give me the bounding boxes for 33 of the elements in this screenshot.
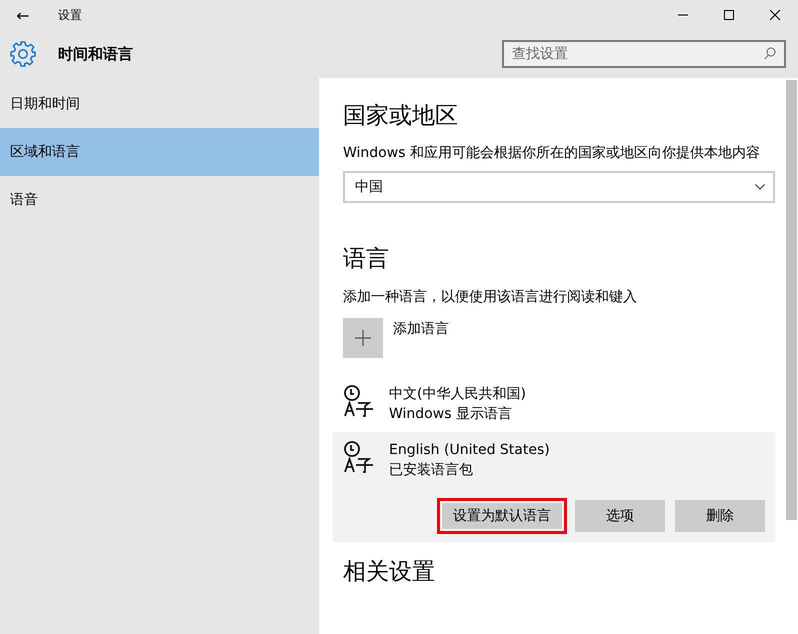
scrollbar-thumb[interactable] [786, 80, 797, 520]
language-action-button[interactable]: 选项 [575, 500, 665, 532]
language-name: 中文(中华人民共和国) [389, 385, 526, 404]
section-heading: 语言 [343, 245, 389, 274]
close-icon [769, 9, 781, 21]
language-icon [343, 440, 375, 474]
back-button[interactable]: ← [0, 0, 46, 30]
page-title: 时间和语言 [58, 44, 133, 64]
section-heading: 相关设置 [343, 558, 435, 587]
language-icon [343, 384, 375, 418]
window-title: 设置 [58, 6, 82, 24]
country-dropdown[interactable]: 中国 [343, 171, 775, 203]
sidebar-item[interactable]: 日期和时间 [0, 80, 319, 128]
language-status: Windows 显示语言 [389, 405, 513, 424]
language-item[interactable]: 中文(中华人民共和国) Windows 显示语言 [333, 376, 775, 432]
sidebar-item[interactable]: 语音 [0, 176, 319, 224]
description-text: Windows 和应用可能会根据你所在的国家或地区向你提供本地内容 [343, 144, 761, 163]
settings-icon [10, 41, 36, 67]
add-button[interactable] [343, 318, 383, 358]
language-action-button[interactable]: 删除 [675, 500, 765, 532]
add-language-label: 添加语言 [393, 320, 449, 338]
language-item[interactable]: English (United States) 已安装语言包 设置为默认语言 选项 删除 [333, 432, 775, 542]
maximize-icon [723, 9, 735, 21]
description-text: 添加一种语言，以便使用该语言进行阅读和键入 [343, 288, 637, 306]
plus-icon [355, 330, 371, 346]
language-status: 已安装语言包 [389, 461, 474, 480]
search-icon [764, 47, 776, 61]
language-action-button[interactable]: 设置为默认语言 [439, 500, 565, 532]
language-name: English (United States) [389, 441, 550, 460]
search-field[interactable]: 查找设置 [502, 40, 786, 68]
section-heading: 国家或地区 [343, 102, 458, 131]
chevron-icon [755, 184, 765, 190]
sidebar-item[interactable]: 区域和语言 [0, 128, 319, 176]
